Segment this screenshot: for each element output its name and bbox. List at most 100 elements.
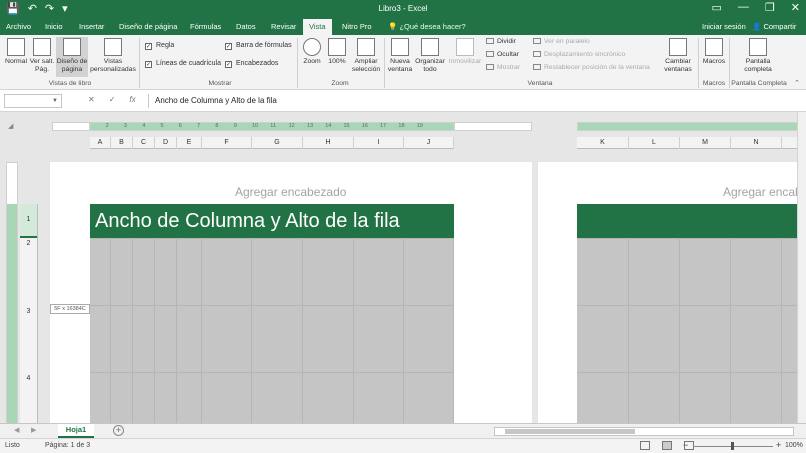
column-header-c[interactable]: C [133, 137, 155, 149]
sheet-tab-hoja1[interactable]: Hoja1 [58, 424, 94, 438]
row-header-2[interactable]: 2 [20, 240, 37, 247]
page-break-view-button[interactable]: Ver salt. Pág. [29, 38, 55, 74]
horizontal-ruler[interactable]: 2 3 4 5 6 7 8 9 10 11 12 13 14 15 16 17 18 19 [90, 122, 454, 131]
signin-link[interactable]: Iniciar sesión [702, 22, 746, 31]
collapse-ribbon-icon[interactable]: ⌃ [794, 79, 800, 87]
gray-cells-page2[interactable] [577, 238, 806, 423]
scroll-thumb[interactable] [505, 429, 635, 434]
zoom-level[interactable]: 100% [785, 442, 803, 449]
arrange-all-button[interactable]: Organizar todo [414, 38, 446, 74]
zoom-slider[interactable]: − + [683, 440, 783, 451]
zoom-100-button[interactable]: 100% [326, 38, 348, 66]
tab-nitro-pro[interactable]: Nitro Pro [342, 22, 372, 31]
reset-position-button[interactable]: Restablecer posición de la ventana [533, 64, 650, 71]
gray-cells-page1[interactable] [90, 238, 454, 423]
ruler-number: 18 [398, 123, 405, 129]
row-header-3[interactable]: 3 [20, 308, 37, 315]
cell-k1-fill[interactable] [577, 204, 806, 238]
row-header-1[interactable]: 1 [20, 216, 37, 223]
freeze-panes-button[interactable]: Inmovilizar [447, 38, 483, 66]
vertical-scrollbar[interactable] [797, 112, 806, 423]
tab-inicio[interactable]: Inicio [45, 22, 63, 31]
header-placeholder-page2[interactable]: Agregar encabezado [723, 185, 806, 199]
status-ready: Listo [5, 442, 20, 449]
column-header-a[interactable]: A [90, 137, 111, 149]
restore-icon[interactable]: ❐ [765, 1, 775, 14]
ruler-number: 9 [233, 123, 237, 129]
zoom-in-icon[interactable]: + [776, 440, 781, 450]
split-button[interactable]: Dividir [486, 38, 516, 45]
checked-icon: ✓ [225, 43, 232, 50]
macros-button[interactable]: Macros [700, 38, 728, 66]
switch-windows-button[interactable]: Cambiar ventanas [660, 38, 696, 74]
window-title: Libro3 - Excel [378, 4, 428, 13]
enter-icon[interactable]: ✓ [109, 95, 116, 104]
share-button[interactable]: 👤 Compartir [752, 22, 796, 31]
zoom-knob[interactable] [731, 442, 734, 450]
prev-sheet-icon[interactable]: ◀ [14, 426, 19, 434]
chevron-down-icon[interactable]: ▼ [52, 98, 58, 104]
ruler-number: 6 [178, 123, 182, 129]
ruler-checkbox[interactable]: ✓ Regla [145, 42, 174, 50]
tab-revisar[interactable]: Revisar [271, 22, 296, 31]
macros-icon [705, 38, 723, 56]
tab-diseno-pagina[interactable]: Diseño de página [119, 22, 177, 31]
page-layout-icon [63, 38, 81, 56]
column-header-d[interactable]: D [155, 137, 177, 149]
tab-datos[interactable]: Datos [236, 22, 256, 31]
gridlines-checkbox[interactable]: ✓ Líneas de cuadrícula [145, 60, 221, 68]
fullscreen-button[interactable]: Pantalla completa [735, 38, 781, 74]
worksheet-area[interactable]: ◢ 2 3 4 5 6 7 8 9 10 11 12 13 14 15 16 17 18 19 ABCDEFGHI… [0, 112, 806, 423]
column-header-i[interactable]: I [354, 137, 404, 149]
headings-checkbox[interactable]: ✓ Encabezados [225, 60, 278, 68]
minimize-icon[interactable]: — [738, 1, 749, 14]
column-header-n[interactable]: N [731, 137, 782, 149]
close-icon[interactable]: ✕ [791, 1, 800, 14]
gridline-vertical [251, 238, 252, 423]
unhide-button[interactable]: Mostrar [486, 64, 520, 71]
cancel-icon[interactable]: ✕ [88, 95, 95, 104]
normal-view-button[interactable]: Normal [3, 38, 29, 66]
next-sheet-icon[interactable]: ▶ [31, 426, 36, 434]
new-window-label: Nueva ventana [387, 58, 413, 73]
custom-views-button[interactable]: Vistas personalizadas [90, 38, 136, 74]
formula-bar-checkbox[interactable]: ✓ Barra de fórmulas [225, 42, 292, 50]
side-by-side-button[interactable]: Ver en paralelo [533, 38, 590, 45]
column-header-f[interactable]: F [202, 137, 252, 149]
sync-scroll-button[interactable]: Desplazamiento sincrónico [533, 51, 625, 58]
horizontal-scrollbar[interactable] [494, 427, 794, 436]
column-header-b[interactable]: B [111, 137, 133, 149]
zoom-out-icon[interactable]: − [683, 440, 688, 450]
zoom-selection-button[interactable]: Ampliar selección [350, 38, 382, 74]
zoom-button[interactable]: Zoom [300, 38, 324, 66]
column-header-j[interactable]: J [404, 137, 454, 149]
cell-a1-merged[interactable]: Ancho de Columna y Alto de la fila [90, 204, 454, 238]
vertical-ruler[interactable] [6, 162, 18, 423]
add-sheet-icon[interactable]: + [113, 425, 124, 436]
tab-formulas[interactable]: Fórmulas [190, 22, 221, 31]
formula-input[interactable]: Ancho de Columna y Alto de la fila [148, 94, 794, 108]
column-header-h[interactable]: H [303, 137, 354, 149]
column-header-m[interactable]: M [680, 137, 731, 149]
corner-selector[interactable]: ◢ [8, 122, 13, 130]
row-header-4[interactable]: 4 [20, 375, 37, 382]
tell-me-search[interactable]: 💡 ¿Qué desea hacer? [388, 22, 466, 31]
hide-button[interactable]: Ocultar [486, 51, 519, 58]
ribbon-display-icon[interactable]: ▭ [712, 1, 722, 14]
insert-function-icon[interactable]: fx [129, 95, 135, 104]
page-layout-view-button[interactable]: Diseño de página [56, 37, 88, 77]
column-header-g[interactable]: G [252, 137, 303, 149]
column-headers-page1: ABCDEFGHIJ [90, 137, 454, 149]
normal-view-icon[interactable] [640, 441, 650, 450]
new-window-button[interactable]: Nueva ventana [386, 38, 414, 74]
column-header-k[interactable]: K [577, 137, 629, 149]
tab-archivo[interactable]: Archivo [6, 22, 31, 31]
name-box[interactable]: ▼ [4, 94, 62, 108]
size-tooltip: 5F x 16384C [50, 304, 90, 314]
column-header-e[interactable]: E [177, 137, 202, 149]
tab-vista[interactable]: Vista [303, 19, 332, 35]
tab-insertar[interactable]: Insertar [79, 22, 104, 31]
page-layout-view-icon[interactable] [662, 441, 672, 450]
header-placeholder-page1[interactable]: Agregar encabezado [235, 185, 346, 199]
column-header-l[interactable]: L [629, 137, 680, 149]
